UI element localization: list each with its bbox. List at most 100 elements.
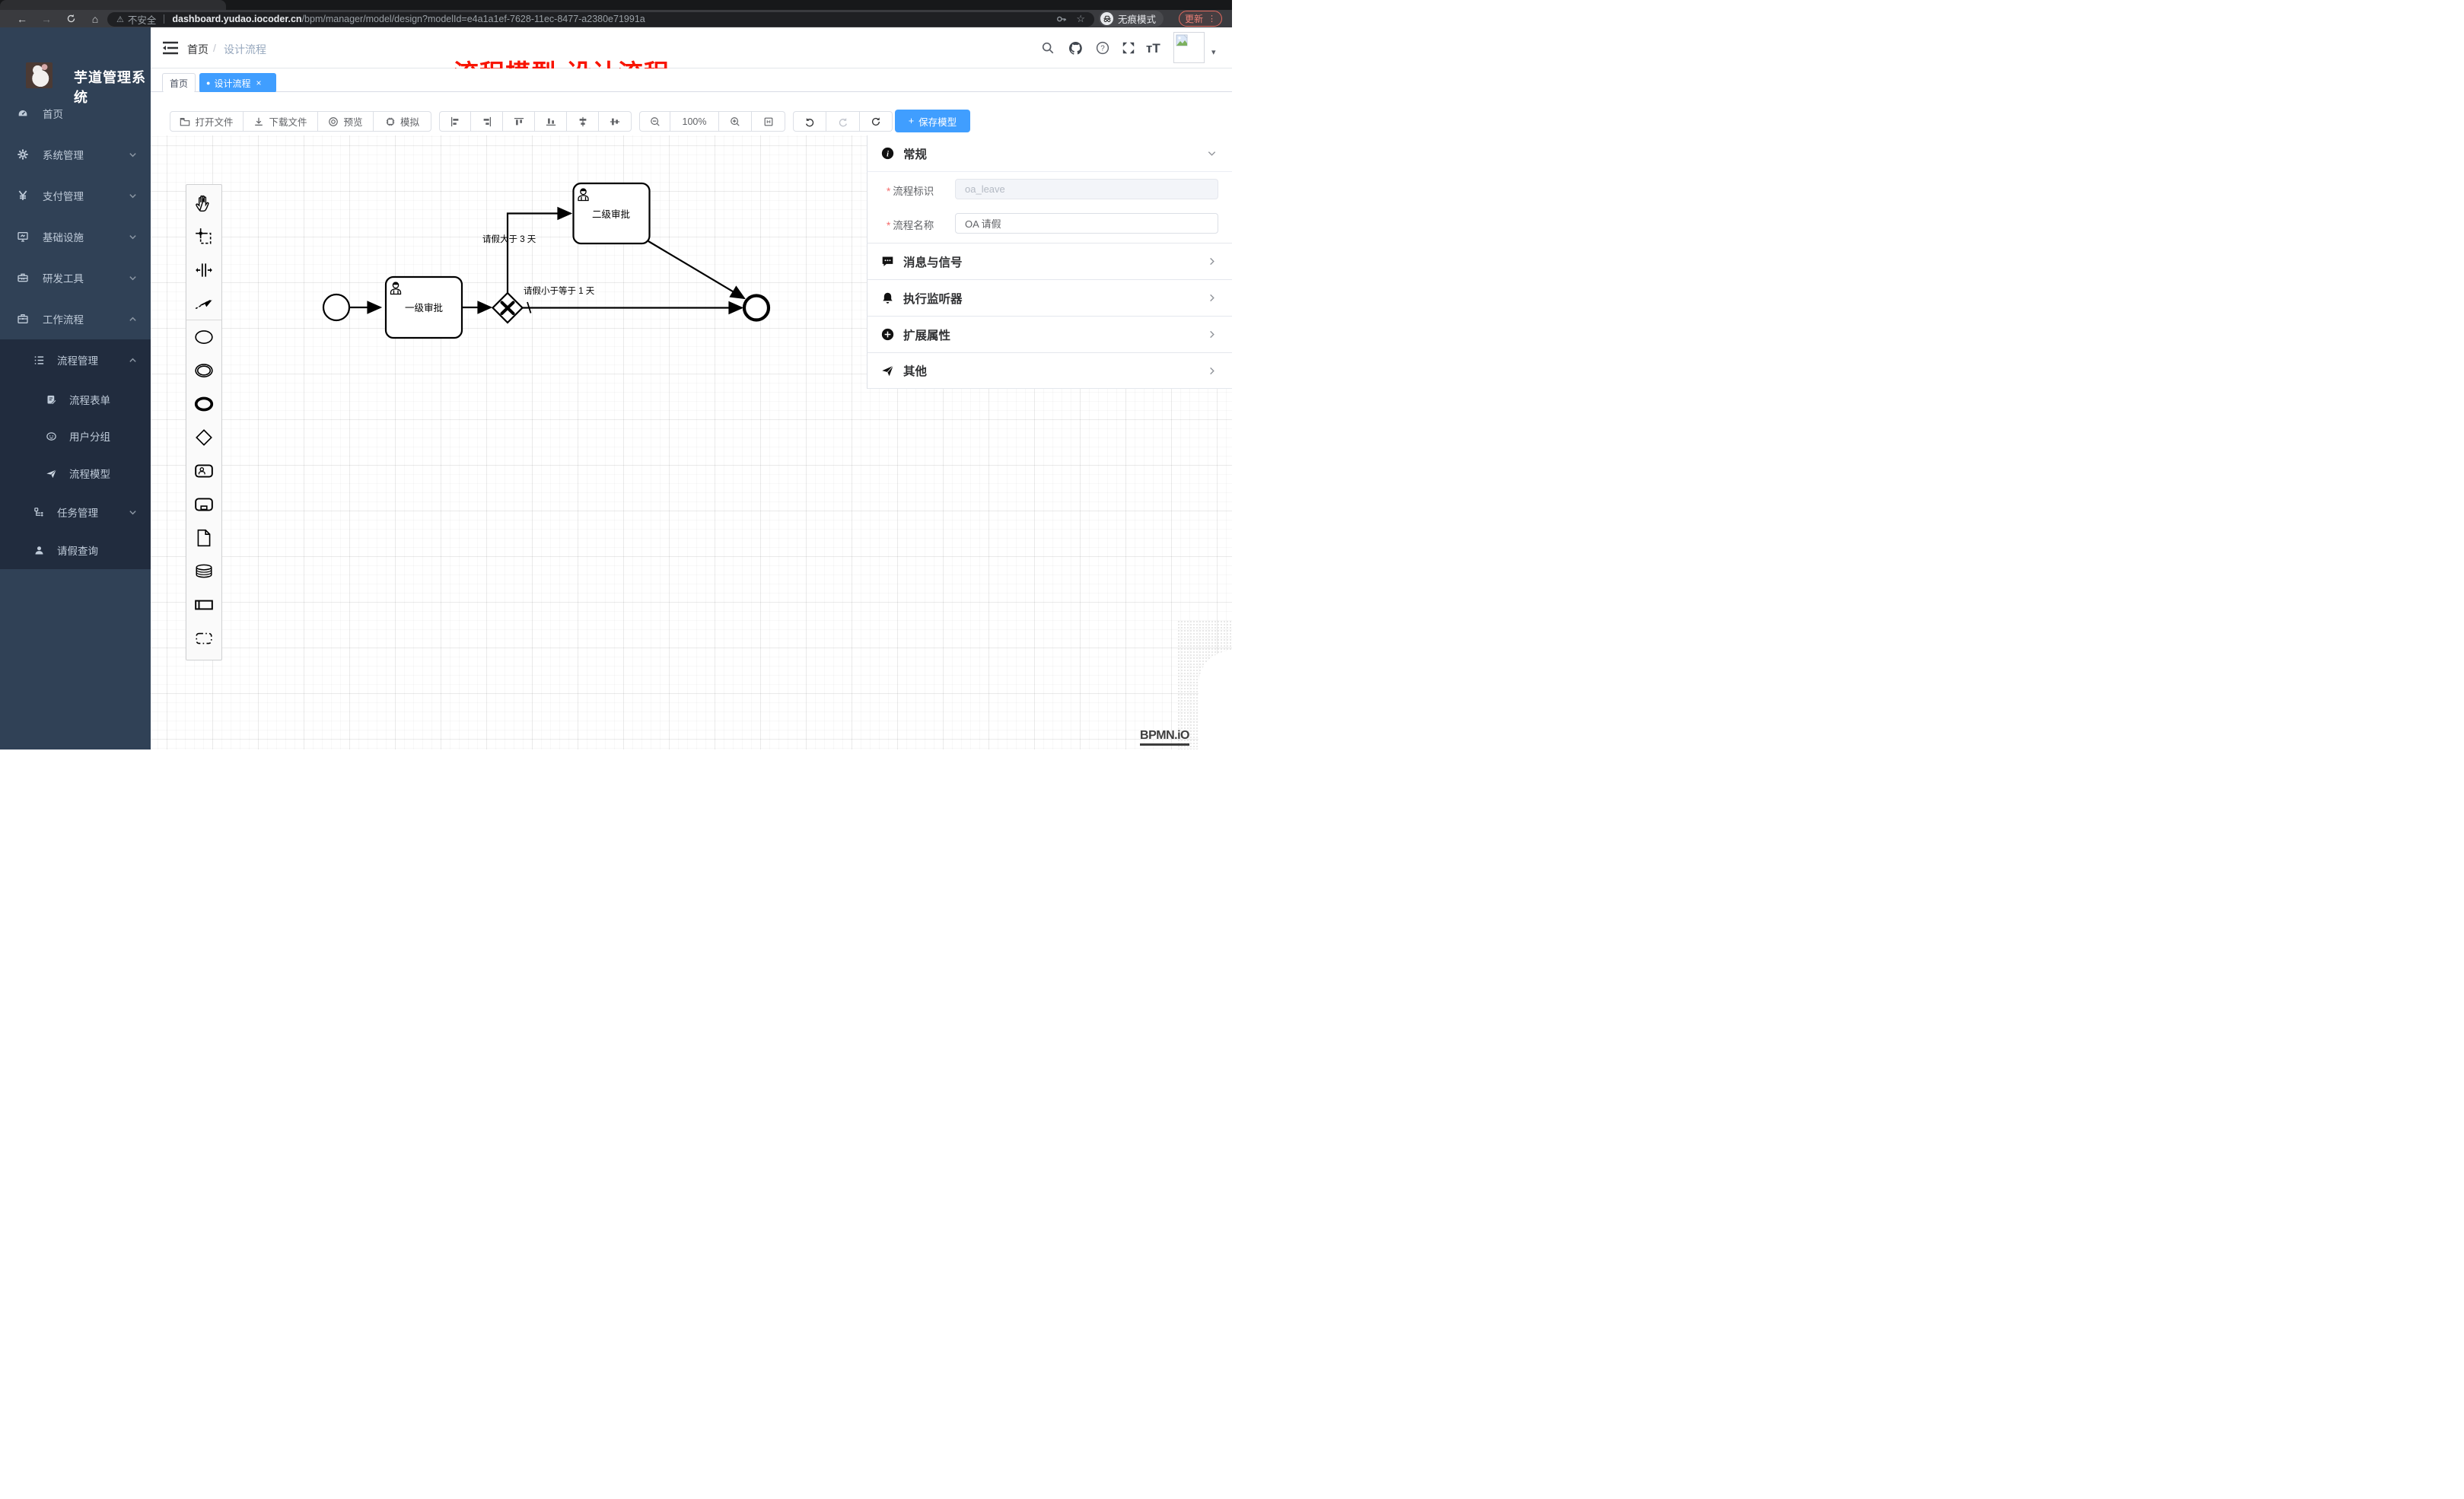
zoom-out-button[interactable] — [639, 111, 670, 132]
panel-section-messages[interactable]: 消息与信号 — [867, 243, 1232, 279]
paper-plane-icon — [46, 468, 57, 479]
monitor-icon — [17, 231, 29, 243]
download-icon — [253, 116, 264, 127]
sidebar-item-process-model[interactable]: 流程模型 — [0, 454, 151, 492]
sidebar-item-devtools[interactable]: 研发工具 — [0, 257, 151, 298]
sidebar-item-user-group[interactable]: 用户分组 — [0, 417, 151, 455]
chevron-down-icon — [1207, 148, 1217, 158]
browser-menu-icon[interactable]: ⋮ — [1208, 14, 1216, 24]
list-icon — [33, 355, 45, 366]
panel-section-listeners[interactable]: 执行监听器 — [867, 279, 1232, 316]
bookmark-star-icon[interactable]: ☆ — [1076, 13, 1085, 25]
align-bottom-button[interactable] — [535, 111, 567, 132]
save-model-button[interactable]: + 保存模型 — [895, 110, 970, 132]
sequence-flow-gt3[interactable] — [508, 214, 571, 294]
plus-circle-icon — [881, 328, 894, 341]
gear-icon — [17, 148, 29, 161]
align-top-button[interactable] — [503, 111, 535, 132]
properties-panel: i 常规 *流程标识 *流程名称 消息与信号 执行监听器 扩展属性 其他 — [867, 135, 1232, 389]
zoom-level[interactable]: 100% — [670, 111, 719, 132]
zoom-out-icon — [650, 116, 661, 127]
svg-text:i: i — [887, 150, 889, 158]
process-key-input[interactable] — [955, 179, 1218, 199]
font-size-icon[interactable]: тT — [1146, 41, 1160, 56]
home-icon[interactable]: ⌂ — [84, 10, 107, 27]
tab-active-dot: ● — [206, 79, 210, 87]
align-vcenter-button[interactable] — [567, 111, 599, 132]
folder-icon — [180, 116, 190, 127]
panel-section-general[interactable]: i 常规 — [867, 135, 1232, 172]
process-name-input[interactable] — [955, 213, 1218, 234]
align-hcenter-button[interactable] — [599, 111, 632, 132]
restart-button[interactable] — [860, 111, 893, 132]
toolbox-icon — [17, 272, 29, 284]
app-logo — [26, 62, 53, 88]
url-path: /bpm/manager/model/design?modelId=e4a1a1… — [302, 14, 645, 24]
browser-chrome: ← → ⌂ ⚠ 不安全 dashboard.yudao.iocoder.cn/b… — [0, 0, 1232, 27]
fullscreen-icon[interactable] — [1122, 41, 1135, 55]
browser-tab[interactable] — [0, 0, 226, 10]
redo-button[interactable] — [826, 111, 860, 132]
reload-icon[interactable] — [59, 10, 82, 27]
password-key-icon[interactable] — [1056, 14, 1067, 24]
github-icon[interactable] — [1068, 41, 1083, 56]
zoom-reset-button[interactable] — [752, 111, 785, 132]
align-vcenter-icon — [578, 116, 588, 127]
send-icon — [881, 364, 894, 377]
sidebar-item-process-mgmt[interactable]: 流程管理 — [0, 341, 151, 379]
sidebar-item-system[interactable]: 系统管理 — [0, 134, 151, 175]
sidebar-collapse-icon[interactable] — [163, 41, 178, 55]
start-event[interactable] — [323, 294, 349, 320]
sidebar-item-home[interactable]: 首页 — [0, 93, 151, 134]
sidebar-item-task-mgmt[interactable]: 任务管理 — [0, 493, 151, 531]
general-form: *流程标识 *流程名称 — [867, 172, 1232, 243]
download-file-button[interactable]: 下载文件 — [244, 111, 318, 132]
incognito-icon — [1100, 12, 1113, 25]
dashboard-icon — [17, 107, 29, 119]
align-left-button[interactable] — [439, 111, 471, 132]
zoom-in-icon — [730, 116, 740, 127]
end-event[interactable] — [744, 296, 769, 320]
sidebar-item-payment[interactable]: 支付管理 — [0, 175, 151, 216]
tab-design-process[interactable]: ● 设计流程 × — [199, 73, 276, 93]
svg-text:?: ? — [1100, 45, 1105, 53]
sequence-flow-3[interactable] — [648, 241, 744, 298]
avatar[interactable] — [1173, 32, 1205, 63]
tab-close-icon[interactable]: × — [256, 78, 261, 88]
page-tabs-bar — [151, 68, 1232, 92]
url-bar[interactable]: ⚠ 不安全 dashboard.yudao.iocoder.cn/bpm/man… — [107, 12, 1094, 27]
breadcrumb-home[interactable]: 首页 — [187, 42, 209, 57]
help-icon[interactable]: ? — [1096, 41, 1109, 55]
search-icon[interactable] — [1041, 41, 1055, 55]
back-icon[interactable]: ← — [11, 10, 33, 27]
not-secure-warning-icon: ⚠ — [116, 14, 124, 24]
bpmn-io-logo[interactable]: BPMN.iO — [1140, 729, 1189, 746]
zoom-in-button[interactable] — [719, 111, 752, 132]
sidebar-item-leave-query[interactable]: 请假查询 — [0, 531, 151, 569]
form-doc-icon — [46, 394, 57, 406]
sidebar-item-workflow[interactable]: 工作流程 — [0, 298, 151, 339]
person-icon — [33, 545, 45, 556]
security-label[interactable]: 不安全 — [128, 12, 157, 27]
preview-button[interactable]: 预览 — [318, 111, 374, 132]
undo-button[interactable] — [793, 111, 826, 132]
chevron-right-icon — [1207, 256, 1217, 266]
simulate-button[interactable]: 模拟 — [374, 111, 431, 132]
forward-icon[interactable]: → — [35, 10, 58, 27]
sidebar-item-process-form[interactable]: 流程表单 — [0, 380, 151, 419]
message-icon — [881, 255, 894, 268]
sidebar-item-infrastructure[interactable]: 基础设施 — [0, 216, 151, 257]
tab-home[interactable]: 首页 — [162, 73, 196, 93]
tree-icon — [33, 507, 45, 518]
avatar-caret-icon[interactable]: ▾ — [1211, 47, 1216, 57]
bell-icon — [881, 291, 894, 304]
chip-icon — [385, 116, 396, 127]
chevron-down-icon — [129, 508, 137, 517]
flow-label-le1: 请假小于等于 1 天 — [524, 285, 595, 296]
redo-icon — [838, 116, 848, 127]
align-right-button[interactable] — [471, 111, 503, 132]
panel-section-other[interactable]: 其他 — [867, 352, 1232, 389]
browser-update-button[interactable]: 更新 ⋮ — [1179, 11, 1222, 27]
panel-section-extensions[interactable]: 扩展属性 — [867, 316, 1232, 352]
open-file-button[interactable]: 打开文件 — [170, 111, 244, 132]
